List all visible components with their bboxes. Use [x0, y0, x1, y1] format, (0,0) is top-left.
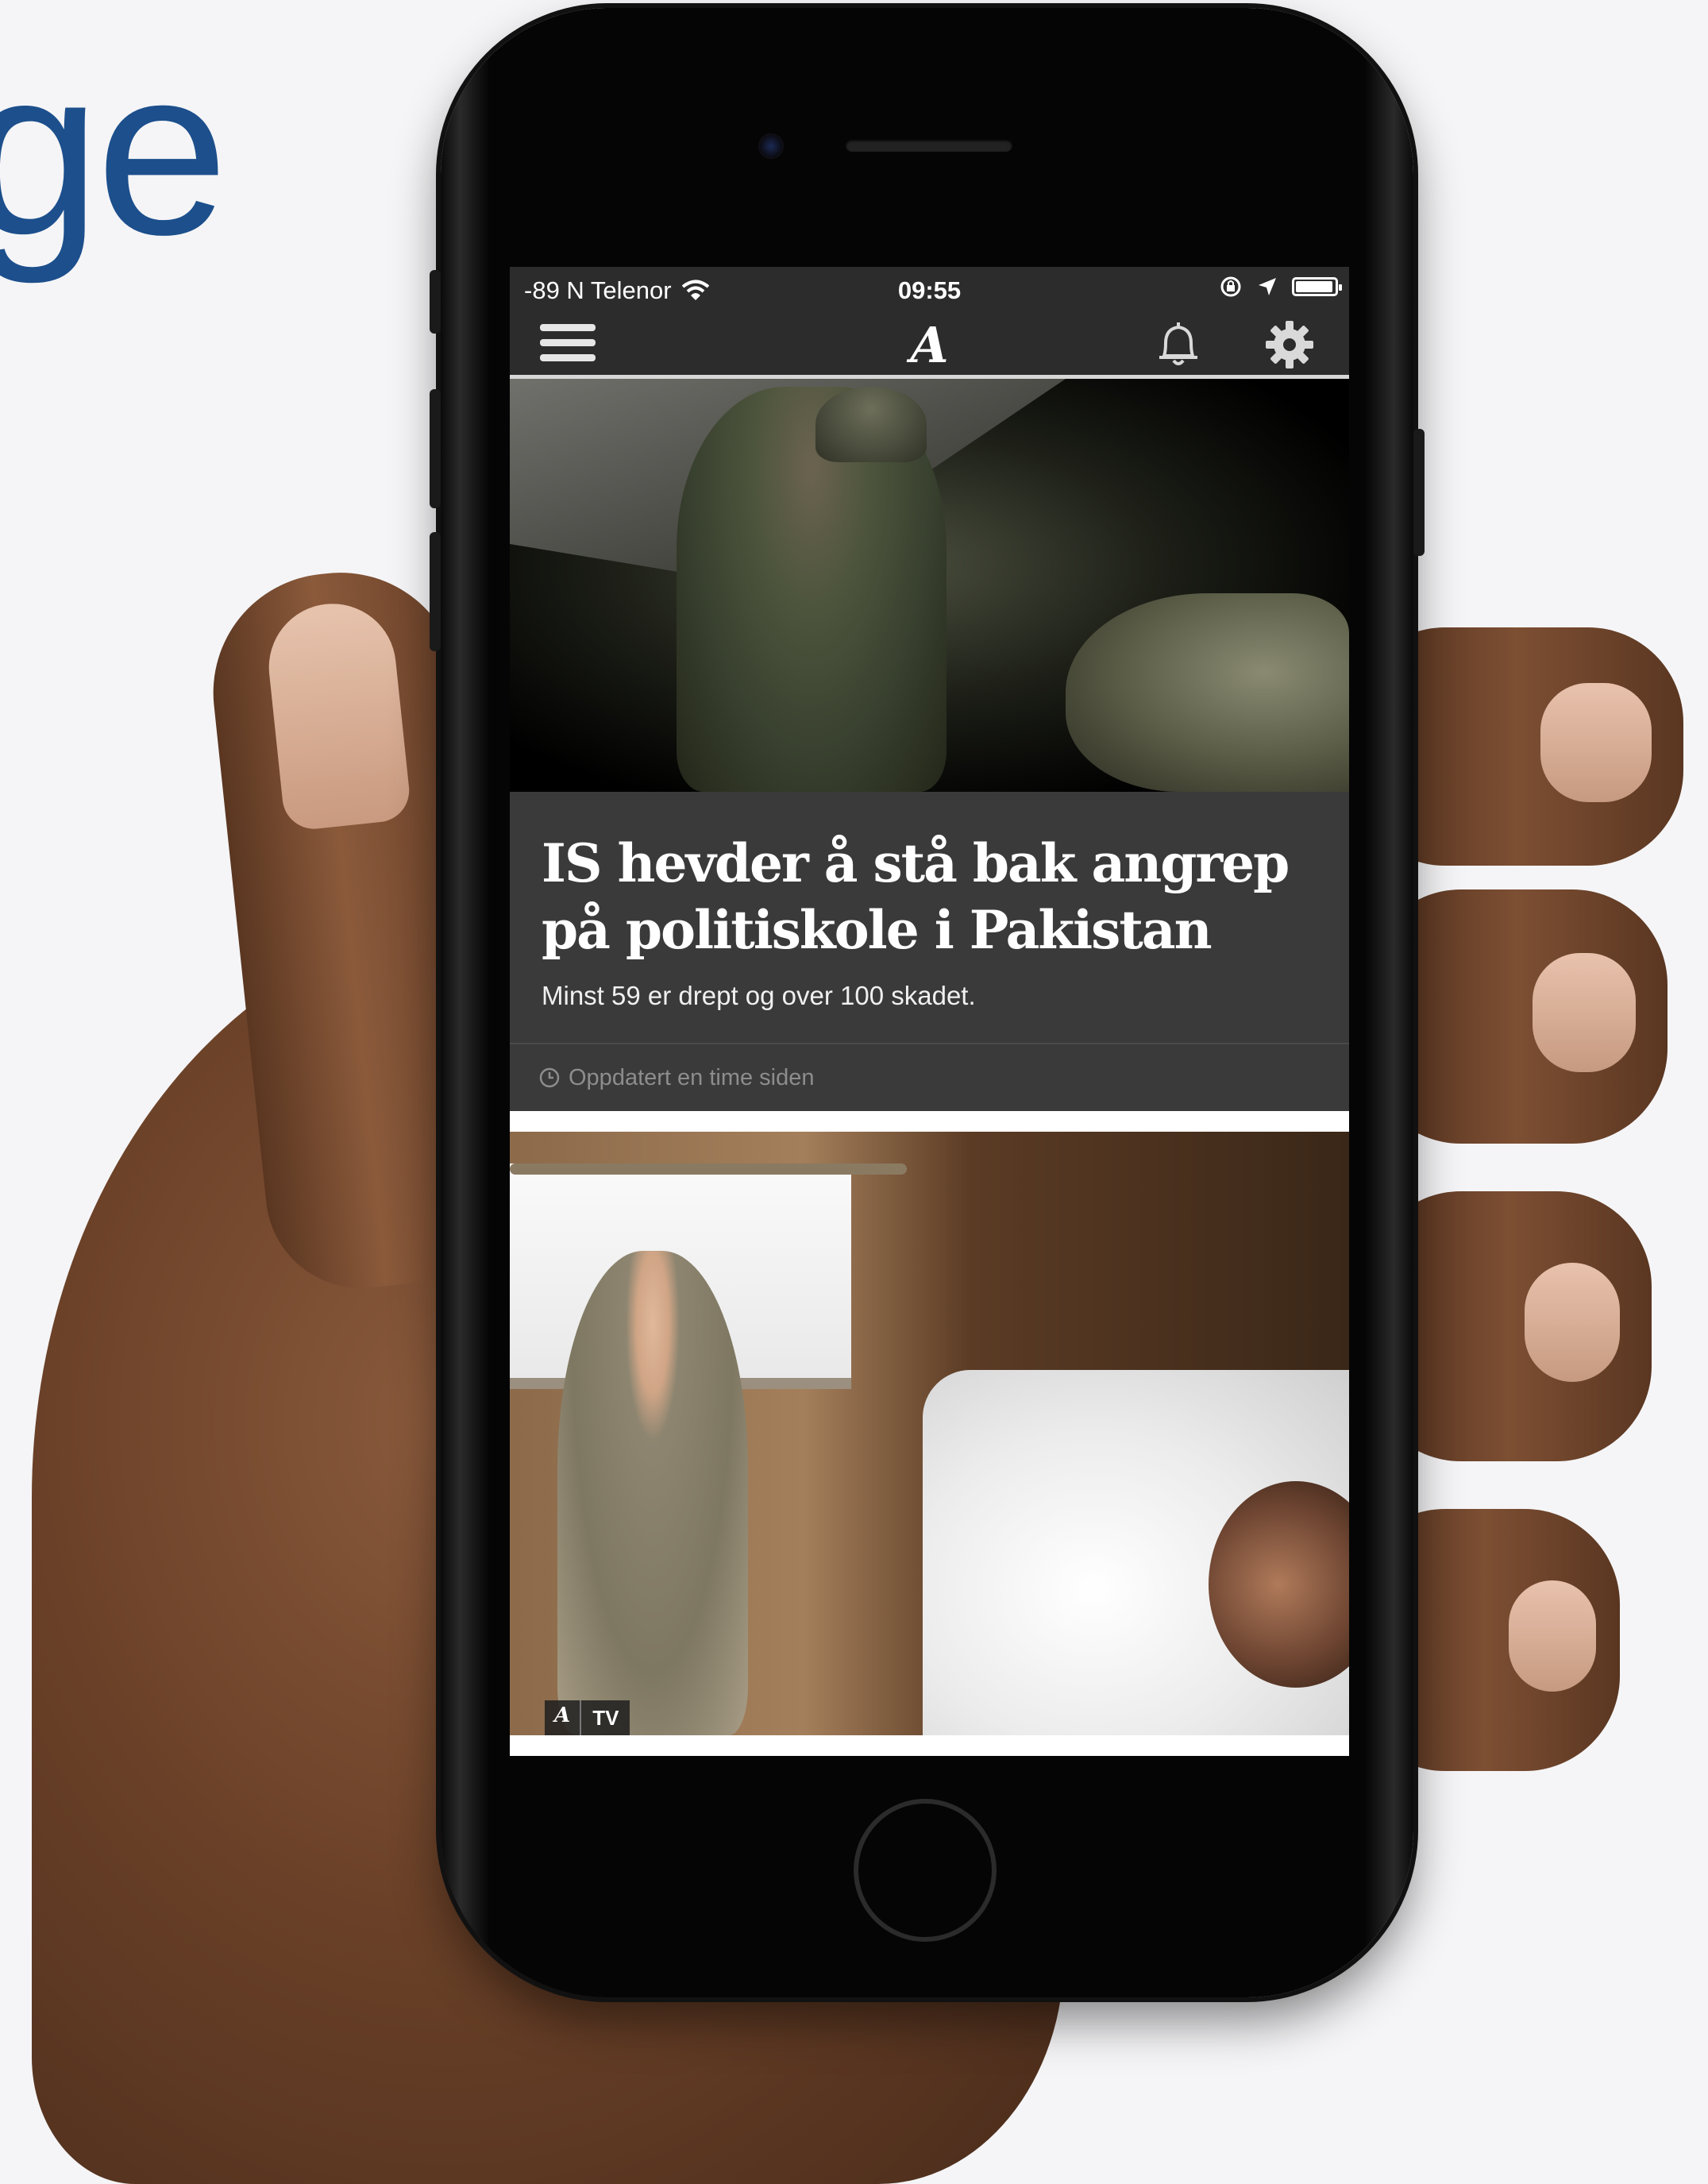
tv-badge: A TV — [545, 1700, 630, 1735]
feed-bottom — [510, 1735, 1349, 1746]
home-button[interactable] — [854, 1799, 997, 1942]
app-screen: -89 N Telenor 09:55 A IS hevder å stå ba… — [510, 267, 1349, 1756]
earpiece-speaker — [846, 139, 1012, 152]
image-child — [557, 1251, 748, 1735]
app-logo[interactable]: A — [510, 316, 1349, 374]
status-right — [1219, 275, 1342, 299]
mute-switch — [430, 270, 441, 334]
article-2-image[interactable]: A TV — [510, 1132, 1349, 1735]
bell-icon[interactable] — [1153, 319, 1204, 372]
status-bar: -89 N Telenor 09:55 — [510, 267, 1349, 311]
front-camera — [758, 133, 784, 159]
volume-down-button — [430, 532, 441, 651]
orientation-lock-icon — [1220, 276, 1241, 297]
top-navigation-bar: A — [510, 311, 1349, 379]
volume-up-button — [430, 389, 441, 508]
image-second-soldier — [1066, 593, 1349, 792]
gear-icon[interactable] — [1264, 319, 1315, 370]
image-helmet — [815, 387, 927, 462]
background-headline-text: ge — [0, 17, 229, 284]
article-1-meta: Oppdatert en time siden — [510, 1043, 1349, 1111]
feed-separator — [510, 1111, 1349, 1132]
article-1-updated: Oppdatert en time siden — [569, 1064, 815, 1090]
article-1-image[interactable] — [510, 379, 1349, 792]
battery-level — [1296, 281, 1332, 292]
tv-badge-logo: A — [545, 1700, 582, 1735]
article-1-lead: Minst 59 er drept og over 100 skadet. — [542, 981, 976, 1010]
location-arrow-icon — [1259, 278, 1276, 295]
tv-badge-label: TV — [592, 1706, 619, 1730]
power-button — [1413, 429, 1425, 556]
article-1-headline[interactable]: IS hevder å stå bak angrep på politiskol… — [510, 792, 1349, 963]
article-1-card[interactable]: IS hevder å stå bak angrep på politiskol… — [510, 792, 1349, 1111]
battery-icon — [1292, 277, 1342, 296]
clock-icon — [539, 1067, 560, 1088]
image-rail — [510, 1163, 907, 1175]
